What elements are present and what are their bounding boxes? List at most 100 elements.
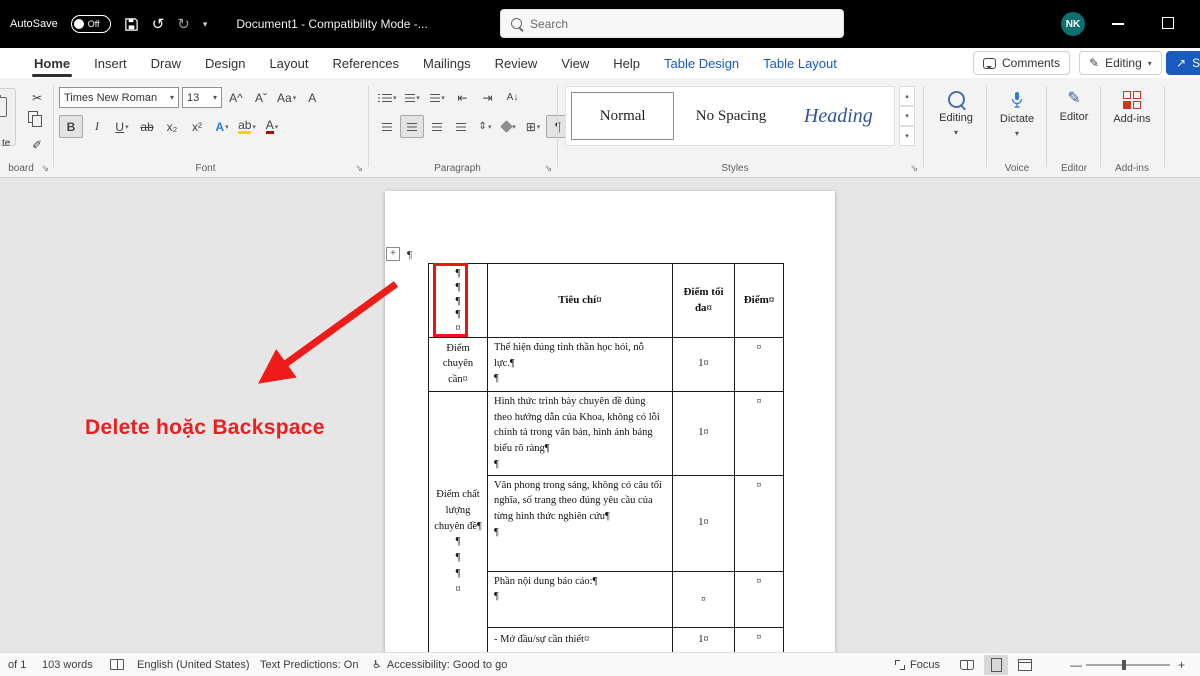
editing-mode-button[interactable]: ✎ Editing ▾ — [1079, 51, 1162, 75]
share-button[interactable]: ↗ Sha — [1166, 51, 1200, 75]
account-avatar[interactable]: NK — [1061, 12, 1085, 36]
focus-button[interactable]: Focus — [895, 653, 940, 676]
language-indicator[interactable]: English (United States) — [137, 653, 250, 676]
style-normal[interactable]: Normal — [571, 92, 674, 140]
numbered-list-button[interactable]: ▾ — [402, 87, 424, 108]
multilevel-list-button[interactable]: ▾ — [427, 87, 449, 108]
align-left-button[interactable] — [376, 116, 398, 137]
proofing-button[interactable] — [110, 653, 124, 676]
align-right-button[interactable] — [426, 116, 448, 137]
cut-button[interactable]: ✂ — [26, 87, 48, 108]
read-mode-button[interactable] — [955, 655, 979, 675]
editor-button[interactable]: ✎ Editor — [1048, 78, 1100, 123]
quick-access-caret-icon[interactable]: ▾ — [203, 19, 208, 30]
tab-table-design[interactable]: Table Design — [654, 51, 749, 76]
max-score-cell[interactable]: 1¤ — [673, 627, 735, 652]
criteria-cell[interactable]: Hình thức trình bày chuyên đề đúng theo … — [488, 391, 673, 475]
gallery-down-button[interactable]: ▾ — [899, 106, 915, 126]
redo-button[interactable]: ↻ — [177, 17, 190, 32]
window-restore-button[interactable] — [1162, 17, 1174, 29]
zoom-out-button[interactable]: — — [1070, 653, 1082, 676]
font-size-combobox[interactable]: 13 ▾ — [182, 87, 222, 108]
editing-button[interactable]: Editing ▾ — [928, 78, 984, 178]
line-spacing-button[interactable]: ⇕▾ — [474, 116, 496, 137]
font-dialog-launcher[interactable]: ⇘ — [355, 163, 363, 174]
max-score-cell[interactable]: 1¤ — [673, 391, 735, 475]
clipboard-dialog-launcher[interactable]: ⇘ — [41, 163, 49, 174]
styles-dialog-launcher[interactable]: ⇘ — [910, 163, 918, 174]
addins-button[interactable]: Add-ins — [1102, 78, 1162, 125]
text-predictions-indicator[interactable]: Text Predictions: On — [260, 653, 358, 676]
print-layout-button[interactable] — [984, 655, 1008, 675]
tab-review[interactable]: Review — [485, 51, 548, 76]
header-criteria[interactable]: Tiêu chí¤ — [488, 264, 673, 338]
criteria-cell[interactable]: Văn phong trong sáng, không có câu tối n… — [488, 475, 673, 571]
borders-button[interactable]: ⊞▾ — [522, 116, 544, 137]
category-cell[interactable]: Điểm chuyên cần¤ — [429, 337, 488, 391]
format-painter-button[interactable]: ✐ — [26, 134, 48, 155]
comments-button[interactable]: Comments — [973, 51, 1070, 75]
font-family-combobox[interactable]: Times New Roman ▾ — [59, 87, 179, 108]
tab-view[interactable]: View — [551, 51, 599, 76]
tab-layout[interactable]: Layout — [259, 51, 318, 76]
max-score-cell[interactable]: ¤ — [673, 571, 735, 627]
max-score-cell[interactable]: 1¤ — [673, 475, 735, 571]
tab-insert[interactable]: Insert — [84, 51, 137, 76]
tab-table-layout[interactable]: Table Layout — [753, 51, 847, 76]
text-effects-button[interactable]: A▾ — [211, 116, 233, 137]
category-cell[interactable]: Điểm chất lượng chuyên đề¶ ¶ ¶ ¶ ¤ — [429, 391, 488, 652]
tab-mailings[interactable]: Mailings — [413, 51, 481, 76]
tab-design[interactable]: Design — [195, 51, 255, 76]
tab-draw[interactable]: Draw — [141, 51, 191, 76]
shading-button[interactable]: ▾ — [498, 116, 520, 137]
bullet-list-button[interactable]: ▾ — [376, 87, 399, 108]
justify-button[interactable] — [450, 116, 472, 137]
score-cell[interactable]: ¤ — [735, 391, 784, 475]
italic-button[interactable]: I — [86, 116, 108, 137]
subscript-button[interactable]: x₂ — [161, 116, 183, 137]
tab-references[interactable]: References — [323, 51, 409, 76]
save-button[interactable] — [124, 17, 139, 32]
score-cell[interactable]: ¤ — [735, 627, 784, 652]
accessibility-status[interactable]: ♿ Accessibility: Good to go — [372, 653, 507, 676]
font-color-button[interactable]: A▾ — [261, 116, 283, 137]
clear-formatting-button[interactable]: A — [301, 87, 323, 108]
score-cell[interactable]: ¤ — [735, 571, 784, 627]
dictate-button[interactable]: Dictate ▾ — [988, 78, 1046, 138]
table-move-handle[interactable]: + — [386, 247, 400, 261]
gallery-up-button[interactable]: ▴ — [899, 86, 915, 106]
change-case-button[interactable]: Aa▾ — [275, 87, 298, 108]
max-score-cell[interactable]: 1¤ — [673, 337, 735, 391]
zoom-slider-thumb[interactable] — [1122, 660, 1126, 670]
tab-home[interactable]: Home — [24, 51, 80, 76]
grow-font-button[interactable]: A^ — [225, 87, 247, 108]
header-max-score[interactable]: Điểm tối đa¤ — [673, 264, 735, 338]
style-heading[interactable]: Heading — [788, 92, 889, 140]
paragraph-dialog-launcher[interactable]: ⇘ — [544, 163, 552, 174]
window-minimize-button[interactable] — [1112, 23, 1124, 25]
gallery-more-button[interactable]: ▾ — [899, 126, 915, 146]
superscript-button[interactable]: x² — [186, 116, 208, 137]
increase-indent-button[interactable]: ⇥ — [477, 87, 499, 108]
align-center-button[interactable] — [400, 115, 424, 138]
bold-button[interactable]: B — [59, 115, 83, 138]
copy-button[interactable] — [28, 111, 38, 123]
document-page[interactable]: + ¶ ¶ ¶ ¶ ¶ ¤ Tiêu chí¤ Điểm tối đa¤ Điể… — [385, 191, 835, 652]
page-indicator[interactable]: of 1 — [8, 653, 26, 676]
zoom-slider[interactable] — [1086, 664, 1170, 666]
criteria-cell[interactable]: - Mở đầu/sự cần thiết¤ — [488, 627, 673, 652]
autosave-toggle[interactable]: Off — [71, 15, 111, 33]
highlight-color-button[interactable]: ab▾ — [236, 116, 258, 137]
tab-help[interactable]: Help — [603, 51, 650, 76]
word-count[interactable]: 103 words — [42, 653, 93, 676]
search-box[interactable]: Search — [500, 9, 844, 38]
header-score[interactable]: Điểm¤ — [735, 264, 784, 338]
strikethrough-button[interactable]: ab — [136, 116, 158, 137]
underline-button[interactable]: U▾ — [111, 116, 133, 137]
style-no-spacing[interactable]: No Spacing — [680, 92, 781, 140]
undo-button[interactable]: ↺ — [152, 17, 165, 32]
sort-button[interactable]: A↓ — [502, 87, 524, 108]
decrease-indent-button[interactable]: ⇤ — [452, 87, 474, 108]
shrink-font-button[interactable]: Aˇ — [250, 87, 272, 108]
criteria-cell[interactable]: Thể hiện đúng tinh thần học hỏi, nỗ lực.… — [488, 337, 673, 391]
